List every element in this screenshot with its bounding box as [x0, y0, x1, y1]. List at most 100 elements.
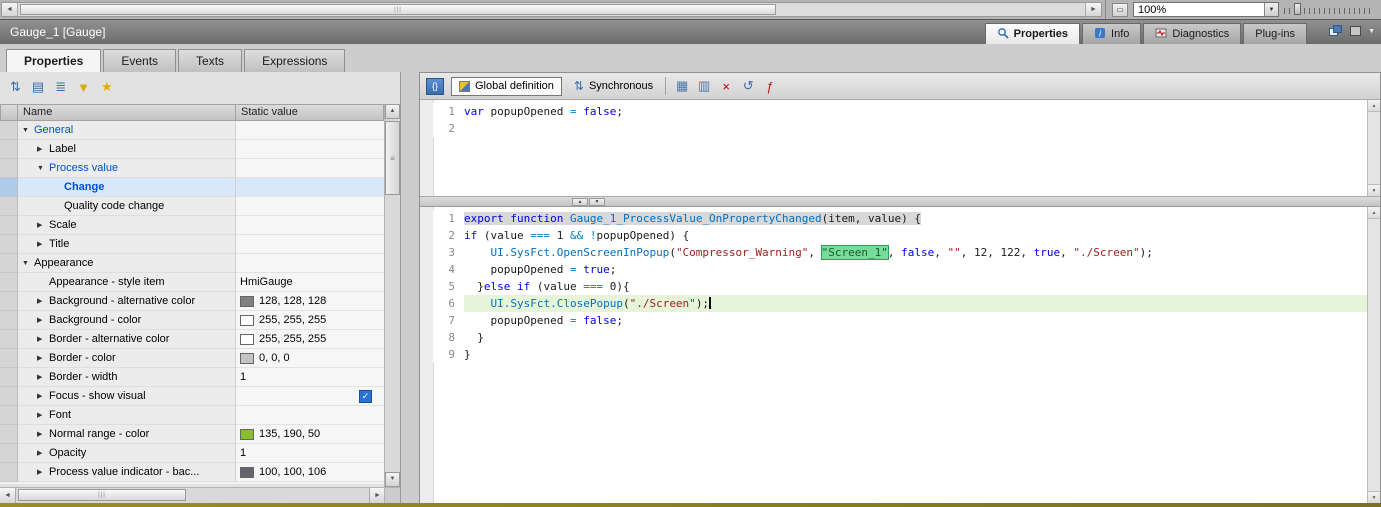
static-value-cell[interactable]: 1 [236, 368, 384, 387]
tab-diagnostics[interactable]: Diagnostics [1143, 23, 1241, 44]
float-window-icon[interactable] [1329, 25, 1343, 37]
canvas-horizontal-scrollbar[interactable]: ◄ ||| ► [1, 2, 1102, 17]
delete-function-icon[interactable]: ƒ [761, 79, 779, 94]
expand-arrow-icon[interactable]: ▶ [37, 373, 49, 381]
expand-arrow-icon[interactable]: ▶ [37, 449, 49, 457]
function-code-area[interactable]: 1export function Gauge_1_ProcessValue_On… [420, 207, 1368, 503]
function-code-scrollbar[interactable]: ▲ ▼ [1367, 207, 1380, 503]
static-value-cell[interactable]: 135, 190, 50 [236, 425, 384, 444]
scroll-left-button[interactable]: ◄ [0, 488, 16, 503]
tab-events[interactable]: Events [103, 49, 176, 72]
splitter-collapse-up-button[interactable]: ▲ [572, 198, 588, 206]
static-value-cell[interactable]: ✓ [236, 387, 384, 406]
tree-row[interactable]: ▶Background - alternative color128, 128,… [0, 292, 384, 311]
delete-icon[interactable]: × [717, 79, 735, 94]
scroll-right-button[interactable]: ► [369, 488, 385, 503]
scroll-down-button[interactable]: ▼ [1368, 491, 1380, 503]
insert-columns-icon[interactable]: ▥ [695, 78, 713, 94]
tree-row[interactable]: ▶Opacity1 [0, 444, 384, 463]
static-value-cell[interactable] [236, 235, 384, 254]
list-icon[interactable]: ≣ [55, 79, 66, 95]
zoom-fit-button[interactable]: ▭ [1112, 3, 1128, 17]
tab-texts[interactable]: Texts [178, 49, 242, 72]
scrollbar-track[interactable]: ||| [18, 3, 1085, 16]
tree-row[interactable]: ▶Title [0, 235, 384, 254]
tree-row[interactable]: ▶Border - color0, 0, 0 [0, 349, 384, 368]
tab-properties-sub[interactable]: Properties [6, 49, 101, 72]
dropdown-arrow-icon[interactable]: ▼ [1264, 3, 1278, 16]
scroll-left-button[interactable]: ◄ [2, 3, 18, 16]
static-value-cell[interactable]: 128, 128, 128 [236, 292, 384, 311]
tree-row[interactable]: Quality code change [0, 197, 384, 216]
tree-row[interactable]: ▼Appearance [0, 254, 384, 273]
collapse-arrow-icon[interactable]: ▼ [37, 165, 49, 172]
collapse-arrow-icon[interactable]: ▼ [22, 127, 34, 134]
expand-arrow-icon[interactable]: ▶ [37, 221, 49, 229]
static-value-cell[interactable] [236, 159, 384, 178]
color-swatch[interactable] [240, 429, 254, 440]
tree-row[interactable]: ▶Background - color255, 255, 255 [0, 311, 384, 330]
zoom-select[interactable]: 100% ▼ [1133, 2, 1279, 17]
tree-row[interactable]: ▼Process value [0, 159, 384, 178]
insert-table-icon[interactable]: ▦ [673, 78, 691, 94]
tree-row[interactable]: ▼General [0, 121, 384, 140]
scroll-up-button[interactable]: ▲ [385, 104, 400, 119]
color-swatch[interactable] [240, 315, 254, 326]
global-code-scrollbar[interactable]: ▲ ▼ [1367, 100, 1380, 196]
static-value-cell[interactable] [236, 121, 384, 140]
splitter-collapse-down-button[interactable]: ▼ [589, 198, 605, 206]
synchronous-toggle[interactable]: ⇅ Synchronous [569, 77, 658, 96]
expand-arrow-icon[interactable]: ▶ [37, 392, 49, 400]
tree-row[interactable]: ▶Scale [0, 216, 384, 235]
scroll-up-button[interactable]: ▲ [1368, 100, 1380, 112]
static-value-cell[interactable] [236, 140, 384, 159]
expand-arrow-icon[interactable]: ▶ [37, 354, 49, 362]
tree-row[interactable]: ▶Border - width1 [0, 368, 384, 387]
tree-row[interactable]: Appearance - style itemHmiGauge [0, 273, 384, 292]
collapse-arrow-icon[interactable]: ▼ [22, 260, 34, 267]
tree-row[interactable]: ▶Focus - show visual✓ [0, 387, 384, 406]
scrollbar-thumb[interactable]: ||| [20, 4, 776, 15]
static-value-cell[interactable]: 100, 100, 106 [236, 463, 384, 482]
favorites-icon[interactable]: ★ [101, 79, 113, 95]
zoom-slider-thumb[interactable] [1294, 3, 1301, 15]
expand-arrow-icon[interactable]: ▶ [37, 468, 49, 476]
scroll-right-button[interactable]: ► [1085, 3, 1101, 16]
color-swatch[interactable] [240, 334, 254, 345]
tree-row[interactable]: ▶Border - alternative color255, 255, 255 [0, 330, 384, 349]
scrollbar-thumb[interactable]: ≡ [385, 121, 400, 195]
expand-arrow-icon[interactable]: ▶ [37, 145, 49, 153]
static-value-cell[interactable] [236, 406, 384, 425]
expand-arrow-icon[interactable]: ▶ [37, 411, 49, 419]
expand-arrow-icon[interactable]: ▶ [37, 430, 49, 438]
tab-plug-ins[interactable]: Plug-ins [1243, 23, 1307, 44]
static-value-cell[interactable] [236, 216, 384, 235]
filter-icon[interactable]: ▼ [77, 80, 90, 95]
checkbox-checked[interactable]: ✓ [359, 390, 372, 403]
window-menu-icon[interactable]: ▼ [1368, 28, 1375, 35]
scroll-up-button[interactable]: ▲ [1368, 207, 1380, 219]
tree-vertical-scrollbar[interactable]: ▲ ≡ ▼ [384, 104, 400, 487]
group-icon[interactable]: ▤ [32, 79, 44, 95]
tree-row[interactable]: ▶Process value indicator - bac...100, 10… [0, 463, 384, 482]
tree-row[interactable]: ▶Font [0, 406, 384, 425]
panel-splitter[interactable] [401, 72, 419, 503]
static-value-cell[interactable]: 255, 255, 255 [236, 311, 384, 330]
static-value-cell[interactable]: 1 [236, 444, 384, 463]
global-definition-button[interactable]: Global definition [451, 77, 562, 96]
tab-expressions[interactable]: Expressions [244, 49, 345, 72]
embed-window-icon[interactable] [1350, 26, 1361, 36]
static-value-cell[interactable]: 255, 255, 255 [236, 330, 384, 349]
global-definition-code-area[interactable]: 1var popupOpened = false;2 [420, 100, 1368, 196]
color-swatch[interactable] [240, 467, 254, 478]
static-value-cell[interactable]: 0, 0, 0 [236, 349, 384, 368]
tree-row[interactable]: ▶Label [0, 140, 384, 159]
expand-arrow-icon[interactable]: ▶ [37, 240, 49, 248]
tab-properties[interactable]: Properties [985, 23, 1080, 44]
static-value-cell[interactable] [236, 254, 384, 273]
tree-row[interactable]: ▶Normal range - color135, 190, 50 [0, 425, 384, 444]
expand-arrow-icon[interactable]: ▶ [37, 335, 49, 343]
static-value-cell[interactable] [236, 197, 384, 216]
sort-icon[interactable]: ⇅ [10, 79, 21, 95]
color-swatch[interactable] [240, 353, 254, 364]
